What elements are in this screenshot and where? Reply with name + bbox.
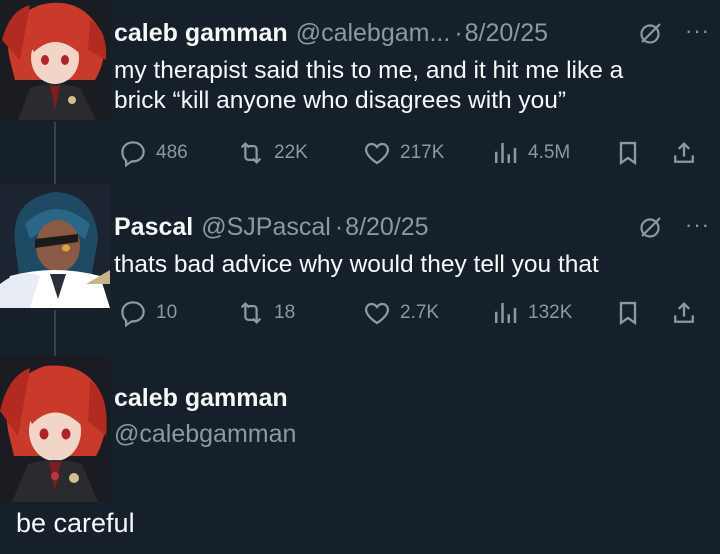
reply-count: 486 — [156, 142, 188, 163]
reply-count: 10 — [156, 302, 178, 323]
avatar-image — [0, 184, 110, 308]
tweet-text: my therapist said this to me, and it hit… — [114, 56, 720, 116]
views-button[interactable]: 132K — [490, 298, 572, 328]
bookmark-button[interactable] — [614, 138, 642, 168]
action-bar: 10 18 2.7K 132K — [114, 296, 720, 330]
avatar-image — [0, 0, 110, 120]
thread-line — [54, 310, 56, 358]
avatar-image — [0, 356, 110, 502]
reply-icon — [121, 141, 145, 168]
retweet-count: 22K — [274, 142, 308, 163]
display-name[interactable]: caleb gamman — [114, 384, 288, 413]
views-count: 4.5M — [528, 142, 571, 163]
views-icon — [495, 303, 517, 323]
display-name[interactable]: Pascal — [114, 213, 193, 242]
timestamp[interactable]: 8/20/25 — [465, 19, 548, 48]
timestamp[interactable]: 8/20/25 — [345, 213, 428, 242]
tweet-text: be careful — [16, 508, 135, 538]
share-icon — [674, 302, 694, 323]
share-icon — [674, 142, 694, 163]
separator: · — [454, 18, 463, 47]
tweet-header: caleb gamman @calebgam... · 8/20/25 ··· — [114, 16, 720, 50]
views-count: 132K — [528, 302, 573, 323]
reply-button[interactable]: 10 — [118, 298, 177, 328]
bookmark-button[interactable] — [614, 298, 642, 328]
views-button[interactable]: 4.5M — [490, 138, 570, 168]
like-button[interactable]: 2.7K — [362, 298, 439, 328]
tweet-text-line: brick “kill anyone who disagrees with yo… — [114, 87, 567, 114]
avatar[interactable] — [0, 356, 110, 502]
grok-icon[interactable] — [638, 20, 664, 51]
heart-icon — [364, 142, 390, 165]
like-count: 2.7K — [400, 302, 440, 323]
retweet-icon — [240, 302, 262, 324]
avatar[interactable] — [0, 184, 110, 308]
share-button[interactable] — [670, 138, 698, 168]
handle[interactable]: @SJPascal — [201, 213, 331, 242]
display-name[interactable]: caleb gamman — [114, 19, 288, 48]
views-icon — [495, 143, 517, 163]
retweet-button[interactable]: 22K — [236, 138, 308, 168]
like-count: 217K — [400, 142, 445, 163]
tweet-text-line: thats bad advice why would they tell you… — [114, 251, 599, 278]
tweet-header: Pascal @SJPascal · 8/20/25 ··· — [114, 210, 720, 244]
avatar[interactable] — [0, 0, 110, 120]
grok-icon[interactable] — [638, 214, 664, 245]
separator: · — [334, 212, 344, 241]
heart-icon — [364, 302, 390, 325]
more-icon[interactable]: ··· — [685, 18, 710, 44]
retweet-count: 18 — [274, 302, 296, 323]
reply-button[interactable]: 486 — [118, 138, 188, 168]
bookmark-icon — [619, 141, 637, 166]
action-bar: 486 22K 217K 4.5M — [114, 136, 720, 170]
bookmark-icon — [619, 301, 637, 326]
more-icon[interactable]: ··· — [685, 212, 710, 238]
handle[interactable]: @calebgam... — [296, 19, 451, 48]
tweet-text-line: my therapist said this to me, and it hit… — [114, 57, 624, 84]
reply-icon — [121, 301, 145, 328]
tweet-text: thats bad advice why would they tell you… — [114, 250, 720, 280]
retweet-button[interactable]: 18 — [236, 298, 295, 328]
handle[interactable]: @calebgamman — [114, 420, 296, 449]
retweet-icon — [240, 142, 262, 164]
share-button[interactable] — [670, 298, 698, 328]
like-button[interactable]: 217K — [362, 138, 444, 168]
